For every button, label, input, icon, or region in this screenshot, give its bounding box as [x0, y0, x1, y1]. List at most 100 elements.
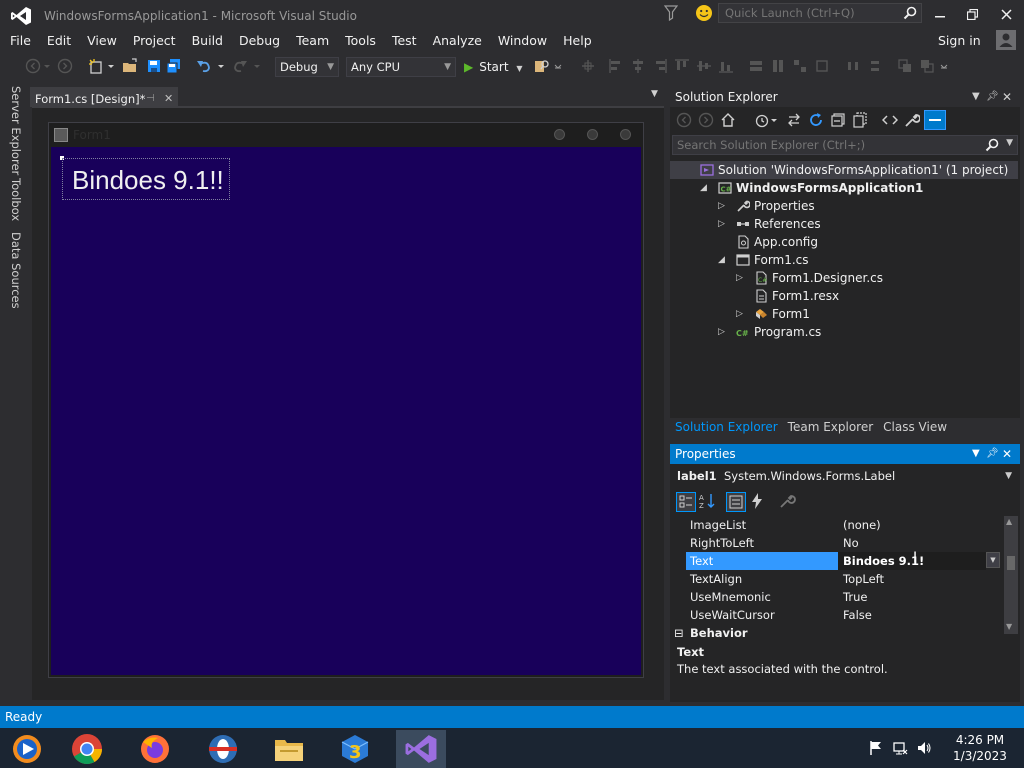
tree-item[interactable]: ▷ C# Program.cs [670, 323, 1018, 341]
property-row-usemnemonic[interactable]: UseMnemonic True [670, 588, 1004, 606]
solution-search-input[interactable] [673, 136, 983, 154]
label1-control[interactable]: Bindoes 9.1!! [62, 158, 230, 200]
menu-help[interactable]: Help [555, 31, 600, 51]
redo-dropdown-icon[interactable] [253, 58, 261, 74]
view-code-icon[interactable] [882, 112, 898, 128]
window-position-dropdown-icon[interactable]: ▼ [972, 87, 980, 107]
tree-item[interactable]: ▷ C# Form1.Designer.cs [670, 269, 1018, 287]
menu-project[interactable]: Project [125, 31, 184, 51]
property-pages-button[interactable] [778, 492, 798, 512]
taskbar-app-media-player[interactable] [2, 730, 52, 768]
menu-debug[interactable]: Debug [231, 31, 288, 51]
taskbar-app-firefox[interactable] [130, 730, 180, 768]
back-dropdown-icon[interactable] [43, 58, 51, 74]
new-dropdown-icon[interactable] [107, 58, 115, 74]
show-all-files-icon[interactable] [852, 112, 868, 128]
scroll-down-icon[interactable]: ▼ [1006, 622, 1012, 631]
property-row-imagelist[interactable]: ImageList (none) [670, 516, 1004, 534]
expanded-arrow-icon[interactable]: ◢ [718, 251, 730, 269]
solution-platform-dropdown[interactable]: Any CPU ▼ [346, 57, 456, 77]
form1-window[interactable]: Form1 Bindoes 9.1!! [48, 122, 644, 678]
tree-item[interactable]: App.config [670, 233, 1018, 251]
properties-view-button[interactable] [726, 492, 746, 512]
restore-button[interactable] [960, 4, 984, 24]
scroll-up-icon[interactable]: ▲ [1006, 517, 1012, 526]
bring-to-front-icon[interactable] [897, 58, 913, 74]
redo-icon[interactable] [232, 58, 248, 74]
pending-changes-filter-icon[interactable] [754, 112, 770, 128]
account-avatar-icon[interactable] [996, 30, 1016, 50]
align-bottoms-icon[interactable] [718, 58, 734, 74]
form-client-area[interactable]: Bindoes 9.1!! [51, 147, 641, 675]
close-panel-icon[interactable]: ✕ [1002, 87, 1012, 107]
tree-item[interactable]: ▷ References [670, 215, 1018, 233]
undo-dropdown-icon[interactable] [217, 58, 225, 74]
search-icon[interactable] [985, 138, 999, 152]
auto-hide-pin-icon[interactable]: 📌︎ [986, 87, 999, 107]
tree-item[interactable]: Form1.resx [670, 287, 1018, 305]
save-all-icon[interactable] [166, 58, 182, 74]
center-horizontally-icon[interactable] [845, 58, 861, 74]
collapse-all-icon[interactable] [830, 112, 846, 128]
document-tab-form1-design[interactable]: Form1.cs [Design]* ⊣ ✕ [30, 87, 178, 107]
document-list-dropdown-icon[interactable]: ▼ [651, 89, 658, 99]
forward-icon[interactable] [698, 112, 714, 128]
property-value-input[interactable]: Bindoes 9.1! [838, 552, 986, 570]
new-project-icon[interactable] [88, 58, 104, 74]
make-same-height-icon[interactable] [770, 58, 786, 74]
sync-with-document-icon[interactable] [786, 112, 802, 128]
volume-icon[interactable] [916, 740, 932, 756]
property-value[interactable]: TopLeft [843, 570, 884, 588]
menu-edit[interactable]: Edit [39, 31, 79, 51]
menu-window[interactable]: Window [490, 31, 555, 51]
quick-launch-input[interactable] [719, 4, 895, 22]
search-icon[interactable] [903, 6, 917, 20]
menu-build[interactable]: Build [184, 31, 231, 51]
align-to-grid-icon[interactable] [580, 58, 596, 74]
property-value[interactable]: No [843, 534, 859, 552]
menu-view[interactable]: View [79, 31, 125, 51]
collapsed-arrow-icon[interactable]: ▷ [718, 323, 730, 341]
navigate-back-icon[interactable] [25, 58, 41, 74]
align-tops-icon[interactable] [674, 58, 690, 74]
undo-icon[interactable] [196, 58, 212, 74]
properties-wrench-icon[interactable] [904, 112, 920, 128]
menu-tools[interactable]: Tools [337, 31, 384, 51]
size-to-grid-icon[interactable] [814, 58, 830, 74]
menu-analyze[interactable]: Analyze [425, 31, 490, 51]
align-middles-icon[interactable] [696, 58, 712, 74]
taskbar-app-3[interactable]: 3 [330, 730, 380, 768]
collapsed-arrow-icon[interactable]: ▷ [718, 197, 730, 215]
start-debugging-button[interactable]: ▶ Start ▼ [464, 57, 523, 77]
object-selector-dropdown[interactable]: label1 System.Windows.Forms.Label ▼ [670, 466, 1020, 486]
preview-selected-items-button[interactable] [924, 110, 946, 130]
filter-dropdown-icon[interactable] [770, 112, 778, 128]
categorized-button[interactable] [676, 492, 696, 512]
server-explorer-tab[interactable]: Server Explorer [9, 86, 23, 175]
property-value[interactable]: True [843, 588, 867, 606]
center-vertically-icon[interactable] [867, 58, 883, 74]
network-icon[interactable] [892, 740, 908, 756]
save-icon[interactable] [146, 58, 162, 74]
taskbar-app-file-explorer[interactable] [264, 730, 314, 768]
action-center-flag-icon[interactable] [868, 740, 884, 756]
minimize-button[interactable] [928, 4, 952, 24]
tree-item[interactable]: ◢ Form1.cs [670, 251, 1018, 269]
solution-explorer-search[interactable]: ▼ [672, 135, 1018, 155]
refresh-icon[interactable] [808, 112, 824, 128]
align-centers-icon[interactable] [630, 58, 646, 74]
quick-launch-box[interactable] [718, 3, 922, 23]
find-in-files-icon[interactable] [534, 58, 550, 74]
property-value[interactable]: False [843, 606, 872, 624]
alphabetical-button[interactable]: AZ [698, 492, 718, 512]
feedback-filter-icon[interactable] [664, 5, 678, 21]
property-row-usewaitcursor[interactable]: UseWaitCursor False [670, 606, 1004, 624]
align-lefts-icon[interactable] [608, 58, 624, 74]
data-sources-tab[interactable]: Data Sources [9, 232, 23, 309]
tree-item[interactable]: ▷ Form1 [670, 305, 1018, 323]
tab-team-explorer[interactable]: Team Explorer [783, 418, 879, 438]
expanded-arrow-icon[interactable]: ◢ [700, 179, 712, 197]
close-panel-icon[interactable]: ✕ [1002, 444, 1012, 464]
tree-item[interactable]: ◢ C# WindowsFormsApplication1 [670, 179, 1018, 197]
toolbox-tab[interactable]: Toolbox [9, 178, 23, 221]
